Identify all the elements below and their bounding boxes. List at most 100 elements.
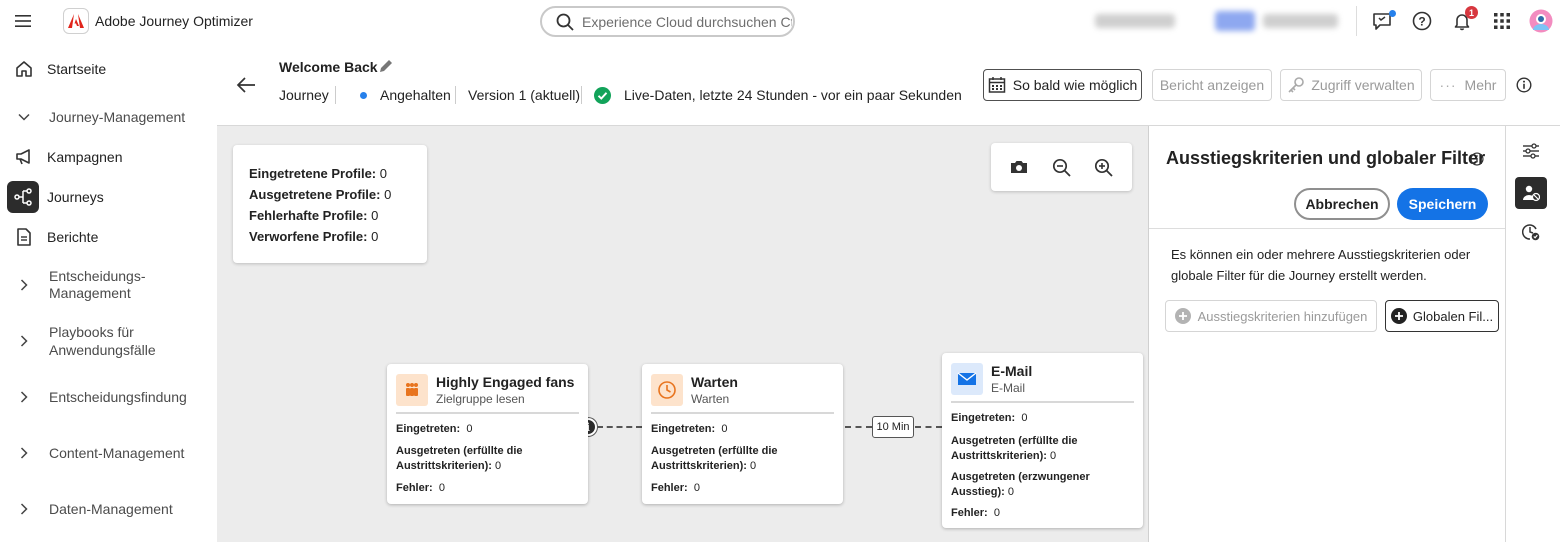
add-exit-criteria-button[interactable]: Ausstiegskriterien hinzufügen [1165,300,1377,332]
node-stat-entered: Eingetreten: 0 [651,423,728,435]
notification-count-badge: 1 [1465,6,1478,19]
global-filter-label: Globalen Fil... [1412,308,1494,324]
sidebar-item-entscheidungs-management[interactable]: Entscheidungs- Management [0,268,217,302]
connector-line [845,426,872,428]
exit-criteria-profile-icon[interactable] [1515,177,1547,209]
more-button[interactable]: ··· Mehr [1430,69,1506,101]
wait-node[interactable]: Warten Warten Eingetreten: 0 Ausgetreten… [642,364,843,504]
document-icon [12,225,36,249]
chevron-right-icon [12,385,36,409]
sidebar-item-label: Journey-Management [49,108,186,125]
meta-divider [581,86,582,104]
timer-check-icon[interactable] [1518,219,1544,245]
sandbox-badge-redacted[interactable] [1215,11,1255,31]
app-title[interactable]: Adobe Journey Optimizer [95,13,253,29]
schedule-button[interactable]: So bald wie möglich [983,69,1142,101]
envelope-icon [951,363,983,395]
sidebar-item-label: Startseite [47,61,107,77]
left-navigation: Startseite Journey-Management Kampagnen … [0,42,217,542]
journey-stats-box: Eingetretene Profile: 0 Ausgetretene Pro… [233,145,427,263]
panel-info-icon[interactable] [1470,152,1484,166]
panel-description: Es können ein oder mehrere Ausstiegskrit… [1171,247,1471,283]
journey-info-icon[interactable] [1516,77,1532,93]
email-node[interactable]: E-Mail E-Mail Eingetreten: 0 Ausgetreten… [942,353,1143,528]
chevron-right-icon [12,497,36,521]
check-circle-icon [594,87,611,104]
sandbox-name-redacted[interactable] [1263,14,1338,28]
svg-text:?: ? [1418,15,1425,29]
zoom-out-icon[interactable] [1051,157,1071,177]
node-stat-errors: Fehler: 0 [951,507,1000,519]
meta-divider [455,86,456,104]
report-button[interactable]: Bericht anzeigen [1152,69,1272,101]
sidebar-item-playbooks[interactable]: Playbooks für Anwendungsfälle [0,324,217,358]
megaphone-icon [12,145,36,169]
connector-line [597,426,642,428]
stat-entered: Eingetretene Profile: 0 [249,166,387,181]
sidebar-item-label: Berichte [47,229,99,245]
node-stat-exited: Ausgetreten (erfüllte die Austrittskriter… [651,445,778,472]
journey-status: Angehalten [380,87,451,103]
edit-pencil-icon[interactable] [377,57,395,75]
save-button[interactable]: Speichern [1397,188,1488,220]
sidebar-item-journey-management[interactable]: Journey-Management [0,105,217,129]
node-divider [396,412,579,414]
back-arrow-icon[interactable] [236,76,256,94]
manage-access-button[interactable]: Zugriff verwalten [1280,69,1422,101]
hamburger-menu-icon[interactable] [14,12,32,30]
node-title: Highly Engaged fans [436,374,575,390]
zoom-in-icon[interactable] [1093,157,1113,177]
audience-icon [396,374,428,406]
sidebar-item-journeys[interactable]: Journeys [0,181,217,213]
chevron-right-icon [12,441,36,465]
app-switcher-icon[interactable] [1491,10,1513,32]
node-stat-exited: Ausgetreten (erfüllte die Austrittskriter… [951,435,1078,462]
panel-divider [1149,228,1505,229]
sidebar-item-daten-management[interactable]: Daten-Management [0,497,217,521]
sidebar-item-label: Entscheidungsfindung [49,388,187,405]
adobe-logo-icon[interactable] [63,8,89,34]
manage-access-label: Zugriff verwalten [1311,77,1415,93]
report-label: Bericht anzeigen [1159,77,1265,93]
schedule-label: So bald wie möglich [1012,77,1138,93]
node-title: Warten [691,374,738,390]
node-divider [951,401,1134,403]
chevron-down-icon [12,105,36,129]
sidebar-item-label: Daten-Management [49,500,173,517]
top-bar: Adobe Journey Optimizer ? 1 [0,0,1560,42]
wait-duration-label[interactable]: 10 Min [872,416,914,438]
global-filter-button[interactable]: Globalen Fil... [1385,300,1499,332]
node-subtitle: E-Mail [991,381,1026,395]
sidebar-item-berichte[interactable]: Berichte [0,225,217,249]
camera-icon[interactable] [1009,157,1029,177]
audience-node[interactable]: Highly Engaged fans Zielgruppe lesen Ein… [387,364,588,504]
node-stat-forced-exit: Ausgetreten (erzwungener Ausstieg): 0 [951,471,1090,498]
sidebar-item-label: Kampagnen [47,149,123,165]
node-stat-exited: Ausgetreten (erfüllte die Austrittskriter… [396,445,523,472]
search-input[interactable] [582,13,792,30]
panel-title: Ausstiegskriterien und globaler Filter [1166,148,1486,168]
help-icon[interactable]: ? [1411,10,1433,32]
global-search[interactable] [540,6,795,37]
journey-version[interactable]: Version 1 (aktuell) [468,87,580,103]
live-data-label: Live-Daten, letzte 24 Stunden - vor ein … [624,87,962,103]
node-subtitle: Zielgruppe lesen [436,392,525,406]
sidebar-item-entscheidungsfindung[interactable]: Entscheidungsfindung [0,385,217,409]
properties-sliders-icon[interactable] [1518,138,1544,164]
node-stat-entered: Eingetreten: 0 [951,412,1028,424]
feedback-dot [1389,10,1396,17]
sidebar-item-content-management[interactable]: Content-Management [0,441,217,465]
topbar-divider [1356,6,1357,36]
status-dot [360,92,367,99]
sidebar-item-kampagnen[interactable]: Kampagnen [0,145,217,169]
org-name-redacted[interactable] [1095,14,1175,28]
key-icon [1288,77,1305,93]
user-avatar[interactable] [1529,9,1553,33]
chevron-right-icon [12,273,36,297]
clock-icon [651,374,683,406]
node-title: E-Mail [991,363,1033,379]
sidebar-item-startseite[interactable]: Startseite [0,57,217,81]
canvas-zoom-controls [991,143,1132,191]
node-stat-errors: Fehler: 0 [651,482,700,494]
cancel-button[interactable]: Abbrechen [1294,188,1390,220]
